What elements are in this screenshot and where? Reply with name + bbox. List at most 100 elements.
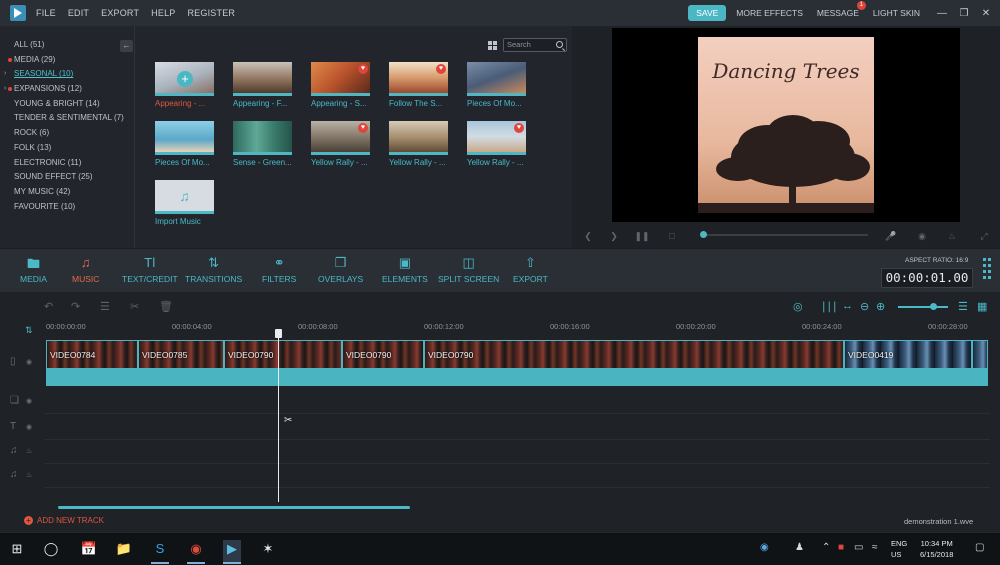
track-lane[interactable] [44, 464, 990, 488]
visibility-eye-icon[interactable]: ◉ [26, 358, 32, 366]
category-media[interactable]: MEDIA (29) [0, 53, 134, 68]
category-favourite[interactable]: FAVOURITE (10) [0, 200, 134, 215]
track-lane[interactable] [44, 440, 990, 464]
library-item[interactable]: ♥ Yellow Rally - ... [311, 121, 370, 167]
tab-elements[interactable]: ▣ ELEMENTS [382, 255, 428, 284]
tab-music[interactable]: ♫ MUSIC [72, 255, 99, 284]
favorite-heart-icon[interactable]: ♥ [358, 64, 368, 74]
zoom-knob[interactable] [930, 303, 937, 310]
clock[interactable]: 10:34 PM 6/15/2018 [920, 538, 953, 560]
adjust-icon[interactable]: ☰ [100, 300, 110, 313]
search-icon[interactable] [556, 41, 563, 48]
menu-register[interactable]: REGISTER [187, 8, 235, 18]
redo-icon[interactable]: ↷ [71, 300, 80, 313]
library-item[interactable]: Appearing - F... [233, 62, 292, 108]
category-expansions[interactable]: › EXPANSIONS (12) [0, 82, 134, 97]
wifi-icon[interactable]: ≈ [872, 542, 878, 553]
skype-app-icon[interactable]: S [151, 540, 169, 564]
notifications-icon[interactable]: ▢ [975, 542, 984, 553]
pause-icon[interactable]: ❚❚ [634, 231, 650, 242]
cut-icon[interactable]: ✂ [130, 300, 139, 313]
close-icon[interactable]: ✕ [978, 8, 994, 19]
grid-view-icon[interactable]: ▦ [977, 300, 987, 313]
maximize-icon[interactable]: ❐ [956, 8, 972, 19]
speaker-icon[interactable]: ♨ [26, 447, 32, 455]
menu-export[interactable]: EXPORT [101, 8, 139, 18]
video-clip[interactable]: VIDEO0790 [224, 340, 342, 386]
tab-export[interactable]: ⇧ EXPORT [513, 255, 548, 284]
tab-overlays[interactable]: ❐ OVERLAYS [318, 255, 363, 284]
chevron-up-icon[interactable]: ⌃ [822, 542, 830, 553]
time-ruler[interactable]: 00:00:00:00 00:00:04:00 00:00:08:00 00:0… [44, 320, 990, 336]
library-item[interactable]: Sense - Green... [233, 121, 292, 167]
snap-icon[interactable]: ⇅ [25, 325, 33, 336]
tab-transitions[interactable]: ⇅ TRANSITIONS [185, 255, 242, 284]
playhead-line[interactable] [278, 332, 279, 502]
video-clip[interactable]: VIDEO0419 [844, 340, 972, 386]
grid-view-icon[interactable] [488, 41, 497, 50]
library-item[interactable]: ♥ Follow The S... [389, 62, 448, 108]
minimize-icon[interactable]: — [934, 8, 950, 19]
category-seasonal[interactable]: › SEASONAL (10) [0, 67, 134, 82]
library-item[interactable]: Yellow Rally - ... [389, 121, 448, 167]
message-button[interactable]: MESSAGE 1 [817, 1, 866, 18]
library-item[interactable]: Pieces Of Mo... [155, 121, 214, 167]
help-tray-icon[interactable]: ◉ [760, 542, 769, 553]
zoom-out-icon[interactable]: ⊖ [860, 300, 869, 313]
category-young-bright[interactable]: YOUNG & BRIGHT (14) [0, 97, 134, 112]
skip-back-icon[interactable]: ❮ [580, 231, 596, 242]
category-sound-effect[interactable]: SOUND EFFECT (25) [0, 170, 134, 185]
people-tray-icon[interactable]: ♟ [795, 542, 804, 553]
library-item[interactable]: ♥ Appearing - S... [311, 62, 370, 108]
visibility-eye-icon[interactable]: ◉ [26, 397, 32, 405]
speaker-icon[interactable]: ♨ [26, 471, 32, 479]
volume-icon[interactable]: ♨ [944, 231, 960, 242]
video-clip[interactable]: VIDEO0790 [342, 340, 424, 386]
stop-icon[interactable]: □ [664, 231, 680, 241]
playback-scrubber[interactable] [700, 231, 868, 238]
category-folk[interactable]: FOLK (13) [0, 141, 134, 156]
tab-split-screen[interactable]: ◫ SPLIT SCREEN [438, 255, 499, 284]
video-clip[interactable]: VIDEO0790 [424, 340, 844, 386]
video-clip[interactable]: VIDEO0784 [46, 340, 138, 386]
pdf-tray-icon[interactable]: ■ [838, 542, 844, 553]
step-back-icon[interactable]: ❯ [606, 231, 622, 242]
tab-media[interactable]: 🖿 MEDIA [20, 255, 47, 284]
fullscreen-icon[interactable]: ⤢ [976, 231, 992, 242]
add-icon[interactable]: + [177, 71, 193, 87]
track-lane[interactable] [44, 416, 990, 440]
save-button[interactable]: SAVE [688, 5, 727, 21]
zoom-slider[interactable] [898, 303, 948, 310]
language-indicator[interactable]: ENG US [891, 538, 907, 560]
audio-mixer-icon[interactable]: ∣∣∣ [821, 300, 838, 313]
track-lane[interactable] [44, 390, 990, 414]
category-electronic[interactable]: ELECTRONIC (11) [0, 156, 134, 171]
delete-icon[interactable]: 🗑 [159, 300, 173, 313]
app-icon[interactable]: ✶ [259, 540, 277, 558]
render-icon[interactable]: ◎ [793, 300, 803, 313]
favorite-heart-icon[interactable]: ♥ [358, 123, 368, 133]
category-my-music[interactable]: MY MUSIC (42) [0, 185, 134, 200]
category-rock[interactable]: ROCK (6) [0, 126, 134, 141]
windows-start-icon[interactable]: ⊞ [8, 540, 26, 558]
undo-icon[interactable]: ↶ [44, 300, 53, 313]
timeline-scrollbar[interactable] [58, 506, 410, 509]
menu-help[interactable]: HELP [151, 8, 175, 18]
menu-file[interactable]: FILE [36, 8, 56, 18]
video-clip[interactable] [972, 340, 988, 386]
more-effects-button[interactable]: MORE EFFECTS [736, 8, 803, 18]
video-clip[interactable]: VIDEO0785 [138, 340, 224, 386]
library-item[interactable]: Pieces Of Mo... [467, 62, 526, 108]
file-explorer-icon[interactable]: 📁 [115, 540, 133, 558]
filmora-app-icon[interactable]: ▶ [223, 540, 241, 564]
search-input[interactable]: Search [503, 38, 567, 52]
chrome-app-icon[interactable]: ◉ [187, 540, 205, 564]
tab-filters[interactable]: ⚭ FILTERS [262, 255, 296, 284]
add-new-track-button[interactable]: + ADD NEW TRACK [24, 516, 104, 525]
more-options-icon[interactable] [983, 254, 991, 284]
microphone-icon[interactable]: 🎤 [883, 231, 899, 242]
camera-icon[interactable]: ◉ [914, 231, 930, 242]
zoom-in-icon[interactable]: ⊕ [876, 300, 885, 313]
import-music-tile[interactable]: ♫ Import Music [155, 180, 214, 226]
cortana-search-icon[interactable]: ◯ [42, 540, 60, 558]
